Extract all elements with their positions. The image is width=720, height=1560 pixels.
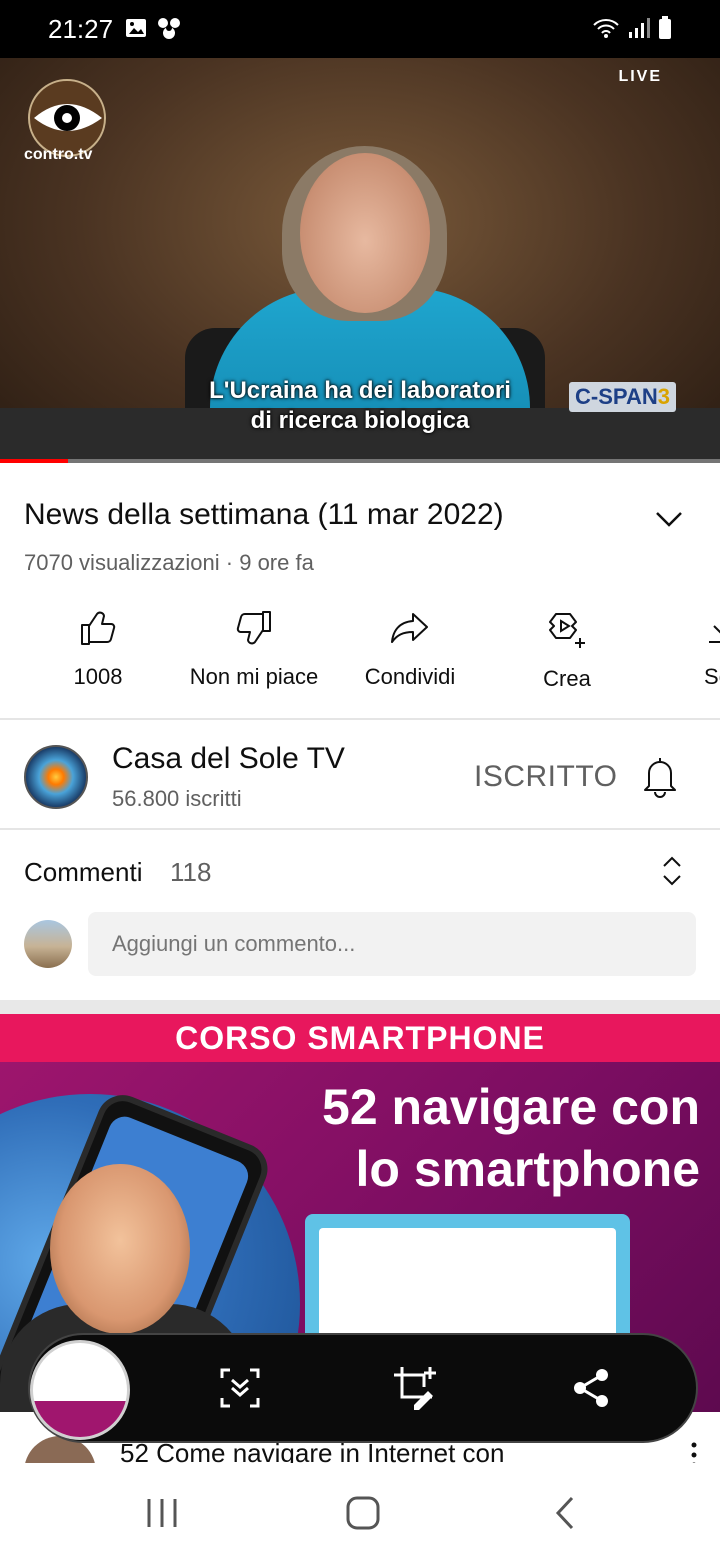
gallery-notification-icon (126, 19, 146, 37)
crop-edit-icon (394, 1367, 436, 1410)
download-icon (709, 625, 720, 643)
presenter-face (50, 1164, 190, 1334)
channel-avatar[interactable] (24, 745, 88, 809)
comments-heading[interactable]: Commenti (24, 857, 142, 888)
broadcaster-logo: C-SPAN3 (569, 382, 676, 412)
channel-watermark: contro.tv (24, 146, 93, 163)
wifi-icon (593, 19, 619, 38)
video-progress-bar[interactable] (0, 459, 720, 463)
thumbnail-banner: CORSO SMARTPHONE (0, 1014, 720, 1062)
divider (0, 828, 720, 830)
share-icon (391, 613, 428, 643)
share-nodes-icon (574, 1369, 608, 1407)
thumb-down-icon (236, 611, 271, 645)
home-icon (346, 1496, 380, 1530)
expand-collapse-icon[interactable] (658, 854, 686, 888)
create-icon (549, 613, 585, 648)
action-bar: 1008 Non mi piace Condividi Crea Sca (0, 608, 720, 698)
channel-subscriber-count: 56.800 iscritti (112, 786, 242, 811)
divider (0, 718, 720, 720)
create-button[interactable]: Crea (487, 608, 647, 692)
section-separator (0, 1000, 720, 1014)
signal-icon (629, 18, 650, 38)
subscribe-button[interactable]: ISCRITTO (474, 760, 617, 794)
share-screenshot-button[interactable] (566, 1363, 616, 1413)
video-title[interactable]: News della settimana (11 mar 2022) (24, 498, 504, 532)
screenshot-preview[interactable] (30, 1340, 130, 1440)
recent-apps-button[interactable] (132, 1488, 192, 1538)
back-icon (555, 1496, 574, 1530)
add-comment-input[interactable] (88, 912, 696, 976)
video-player[interactable]: contro.tv LIVE L'Ucraina ha dei laborato… (0, 58, 720, 463)
video-meta: 7070 visualizzazioni · 9 ore fa (24, 550, 314, 575)
scroll-capture-button[interactable] (215, 1363, 265, 1413)
channel-name[interactable]: Casa del Sole TV (112, 742, 345, 776)
app-notification-icon (158, 18, 180, 39)
thumbnail-headline: 52 navigare con lo smartphone (322, 1079, 700, 1197)
chevron-down-icon[interactable] (654, 506, 684, 530)
battery-icon (659, 16, 671, 39)
user-avatar (24, 920, 72, 968)
recent-apps-icon (147, 1499, 177, 1527)
back-button[interactable] (535, 1488, 595, 1538)
dislike-button[interactable]: Non mi piace (174, 608, 334, 690)
edit-screenshot-button[interactable] (390, 1363, 440, 1413)
scroll-capture-icon (220, 1368, 260, 1408)
thumb-up-icon (81, 611, 116, 645)
status-bar: 21:27 (0, 0, 720, 58)
home-button[interactable] (333, 1488, 393, 1538)
status-time: 21:27 (48, 14, 114, 44)
like-button[interactable]: 1008 (18, 608, 178, 690)
comments-count: 118 (170, 857, 212, 887)
share-button[interactable]: Condividi (330, 608, 490, 690)
download-button[interactable]: Sca (643, 608, 720, 690)
live-badge: LIVE (618, 68, 662, 85)
video-progress-fill (0, 459, 69, 463)
notification-bell-icon[interactable] (640, 754, 680, 798)
